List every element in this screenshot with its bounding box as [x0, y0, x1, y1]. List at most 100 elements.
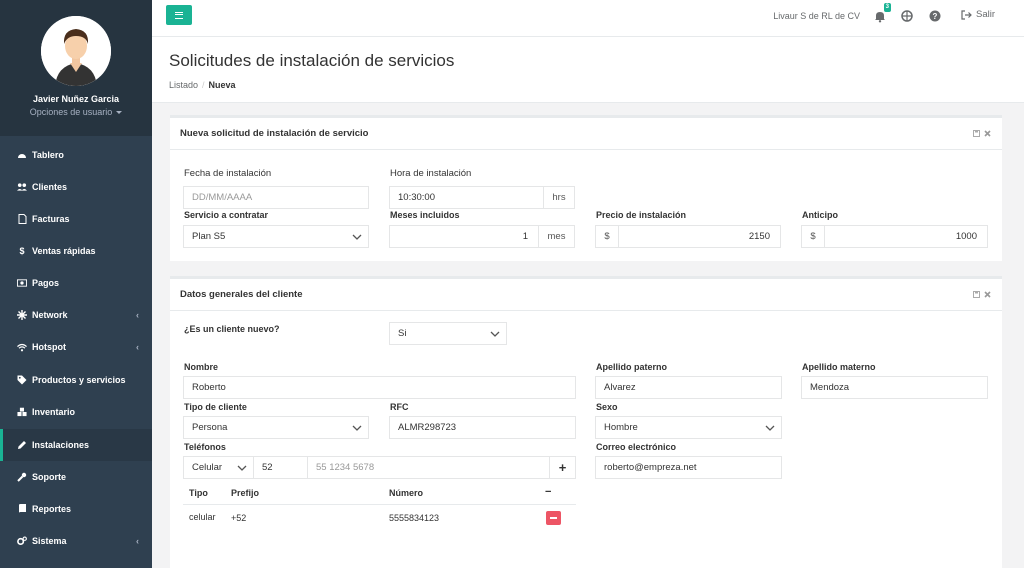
tag-icon	[17, 375, 27, 385]
company-name: Livaur S de RL de CV	[773, 11, 860, 21]
sidebar-item-instalaciones[interactable]: Instalaciones	[0, 429, 152, 461]
sidebar-item-label: Instalaciones	[32, 440, 90, 450]
chevron-down-icon	[352, 425, 362, 431]
sidebar-item-inventario[interactable]: Inventario	[0, 396, 152, 428]
chevron-down-icon	[352, 234, 362, 240]
sidebar-item-label: Inventario	[32, 407, 76, 417]
telefono-numero-input[interactable]: 55 1234 5678	[307, 456, 550, 479]
table-header-divider	[183, 504, 576, 505]
apellido-materno-input[interactable]: Mendoza	[801, 376, 988, 399]
apellido-paterno-input[interactable]: Alvarez	[595, 376, 782, 399]
hamburger-icon	[175, 11, 183, 19]
fecha-label: Fecha de instalación	[184, 168, 272, 179]
close-icon[interactable]	[984, 130, 991, 137]
chevron-left-icon: ‹	[136, 536, 139, 546]
cliente-nuevo-select[interactable]: Si	[389, 322, 507, 345]
users-icon	[17, 182, 27, 192]
caret-down-icon	[116, 111, 123, 115]
phone-row-numero: 5555834123	[389, 513, 440, 523]
hora-unit: hrs	[543, 186, 575, 209]
chevron-left-icon: ‹	[136, 310, 139, 320]
save-icon[interactable]	[973, 130, 980, 137]
globe-icon[interactable]	[900, 9, 914, 23]
sexo-select[interactable]: Hombre	[595, 416, 782, 439]
sidebar-item-label: Sistema	[32, 536, 67, 546]
sidebar-item-label: Productos y servicios	[32, 375, 126, 385]
dollar-icon: $	[19, 246, 25, 256]
user-options-dropdown[interactable]: Opciones de usuario	[0, 107, 152, 117]
question-icon[interactable]: ?	[928, 9, 942, 23]
anticipo-input[interactable]: 1000	[824, 225, 988, 248]
page-heading: Solicitudes de instalación de servicios …	[152, 37, 1024, 103]
precio-label: Precio de instalación	[596, 210, 687, 220]
nombre-input[interactable]: Roberto	[183, 376, 576, 399]
sidebar-item-pagos[interactable]: Pagos	[0, 267, 152, 299]
sidebar-item-label: Facturas	[32, 214, 70, 224]
sidebar-item-ventas-rapidas[interactable]: $ Ventas rápidas	[0, 235, 152, 267]
sidebar-item-reportes[interactable]: Reportes	[0, 493, 152, 525]
delete-phone-button[interactable]	[546, 511, 561, 525]
correo-input[interactable]: roberto@empreza.net	[595, 456, 782, 479]
svg-text:?: ?	[933, 12, 938, 21]
network-icon	[17, 310, 27, 320]
notification-badge: 3	[883, 3, 891, 12]
servicio-select[interactable]: Plan S5	[183, 225, 369, 248]
sidebar-item-clientes[interactable]: Clientes	[0, 171, 152, 203]
col-tipo: Tipo	[189, 488, 208, 498]
sidebar-item-network[interactable]: Network ‹	[0, 299, 152, 331]
user-options-label: Opciones de usuario	[29, 107, 113, 117]
anticipo-prefix: $	[801, 225, 825, 248]
breadcrumb-separator: /	[202, 80, 205, 90]
telefono-tipo-select[interactable]: Celular	[183, 456, 254, 479]
breadcrumb: Listado / Nueva	[169, 80, 1024, 90]
rfc-input[interactable]: ALMR298723	[389, 416, 576, 439]
precio-input[interactable]: 2150	[618, 225, 781, 248]
chevron-left-icon: ‹	[136, 342, 139, 352]
sexo-label: Sexo	[596, 402, 618, 412]
cogs-icon	[17, 536, 27, 546]
user-name: Javier Nuñez Garcia	[32, 94, 120, 104]
servicio-selected: Plan S5	[192, 231, 226, 242]
cliente-nuevo-selected: Si	[398, 328, 407, 339]
servicio-label: Servicio a contratar	[184, 210, 269, 220]
anticipo-label: Anticipo	[802, 210, 838, 220]
sidebar-item-hotspot[interactable]: Hotspot ‹	[0, 331, 152, 363]
sidebar-item-label: Clientes	[32, 182, 68, 192]
col-numero: Número	[389, 488, 424, 498]
correo-label: Correo electrónico	[596, 442, 677, 452]
sidebar-item-label: Pagos	[32, 278, 60, 288]
user-profile: Javier Nuñez Garcia Opciones de usuario	[0, 0, 152, 136]
save-icon[interactable]	[973, 291, 980, 298]
telefono-tipo-selected: Celular	[192, 462, 223, 473]
fecha-input[interactable]: DD/MM/AAAA	[183, 186, 369, 209]
breadcrumb-nueva: Nueva	[208, 80, 236, 90]
apellido-paterno-label: Apellido paterno	[596, 362, 668, 372]
logout-link[interactable]: Salir	[961, 9, 995, 20]
sidebar-item-productos[interactable]: Productos y servicios	[0, 364, 152, 396]
sidebar-item-label: Hotspot	[32, 342, 66, 352]
chevron-down-icon	[237, 465, 247, 471]
telefono-prefijo-input[interactable]: 52	[253, 456, 308, 479]
hora-input[interactable]: 10:30:00	[389, 186, 544, 209]
sidebar-item-label: Network	[32, 310, 68, 320]
breadcrumb-listado[interactable]: Listado	[169, 80, 198, 90]
sidebar-item-tablero[interactable]: Tablero	[0, 139, 152, 171]
chevron-down-icon	[765, 425, 775, 431]
sidebar-item-facturas[interactable]: Facturas	[0, 203, 152, 235]
col-action-icon: −	[545, 486, 552, 498]
sidebar-item-sistema[interactable]: Sistema ‹	[0, 525, 152, 557]
dashboard-icon	[17, 150, 27, 160]
cliente-nuevo-label: ¿Es un cliente nuevo?	[184, 324, 280, 334]
avatar[interactable]	[41, 16, 111, 86]
sidebar-item-label: Reportes	[32, 504, 72, 514]
close-icon[interactable]	[984, 291, 991, 298]
menu-toggle-button[interactable]	[166, 5, 192, 25]
meses-label: Meses incluidos	[390, 210, 460, 220]
tipo-cliente-select[interactable]: Persona	[183, 416, 369, 439]
money-icon	[17, 278, 27, 288]
top-navbar: Livaur S de RL de CV 3 ? Salir	[152, 0, 1024, 37]
add-phone-button[interactable]: +	[549, 456, 576, 479]
meses-input[interactable]: 1	[389, 225, 539, 248]
cubes-icon	[17, 407, 27, 417]
sidebar-item-soporte[interactable]: Soporte	[0, 461, 152, 493]
